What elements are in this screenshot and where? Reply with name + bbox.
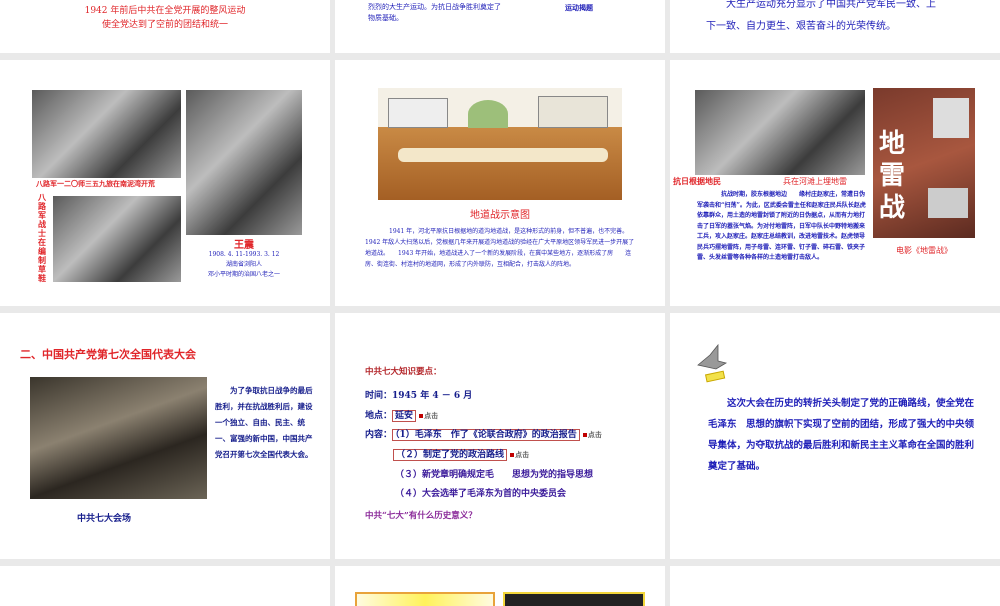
mine-laying-photo xyxy=(695,90,865,175)
time-value: 1945 年 4 － 6 月 xyxy=(392,391,473,401)
slide-text: 运动揭题 xyxy=(565,3,593,12)
content-label: 内容： xyxy=(365,430,393,440)
land-reclamation-photo xyxy=(32,90,181,178)
click-hint[interactable]: 点击 xyxy=(583,430,602,439)
time-label: 时间： xyxy=(365,391,393,401)
item-2-box[interactable]: （２）制定了党的政治路线 xyxy=(393,449,508,461)
tunnel-diagram xyxy=(378,88,622,200)
dove-icon xyxy=(696,343,728,383)
slide-text: 1941 年，河北平原抗日根据地的道沟地道战，是这种形式的前身，但不普遍，也不完… xyxy=(365,228,635,268)
congress-hall-photo xyxy=(30,377,207,499)
poster-title: 地雷战 xyxy=(879,129,906,223)
person-note: 邓小平时期的治国八老之一 xyxy=(207,271,280,278)
slide-text: 物质基础。 xyxy=(368,14,403,22)
photo-caption: 抗日根据地民 xyxy=(673,176,721,186)
person-dates: 1908. 4. 11-1993. 3. 12 xyxy=(208,251,280,258)
click-hint[interactable]: 点击 xyxy=(510,450,529,459)
slide-text: 烈烈的大生产运动。为抗日战争胜利奠定了 xyxy=(368,3,501,11)
wang-zhen-portrait xyxy=(186,90,302,235)
straw-sandals-photo xyxy=(53,196,181,282)
photo-caption-vertical: 八路军战士在编制草鞋 xyxy=(38,192,46,283)
slide-text: 为了争取抗日战争的最后胜利，并在抗战胜利后，建设一个独立、自由、民主、统一、富强… xyxy=(215,386,313,459)
question-text: 中共“七大”有什么历史意义？ xyxy=(365,511,477,521)
place-answer-box[interactable]: 延安 xyxy=(392,410,417,422)
slide-thumbnail-1[interactable]: 1942 年前后中共在全党开展的整风运动 使全党达到了空前的团结和统一 xyxy=(0,0,330,53)
slide-text: 大生产运动充分显示了中国共产党军民一致、上 xyxy=(726,0,936,10)
slide-text: 抗战时期，胶东根据地边 缘村庄赵家庄，常遭日伪军袭击和“扫荡”。为此，区武委会雷… xyxy=(697,191,866,261)
slide-thumbnail-3[interactable]: 大生产运动充分显示了中国共产党军民一致、上 下一致、自力更生、艰苦奋斗的光荣传统… xyxy=(670,0,1000,53)
item-3: （３）新党章明确规定毛 思想为党的指导思想 xyxy=(395,470,594,480)
slide-thumbnail-9[interactable]: 这次大会在历史的转折关头制定了党的正确路线，使全党在毛泽东 思想的旗帜下实现了空… xyxy=(670,313,1000,559)
person-origin: 湖南省浏阳人 xyxy=(225,261,262,268)
slide-thumbnail-10[interactable] xyxy=(0,566,330,606)
slide-thumbnail-8[interactable]: 中共七大知识要点： 时间：1945 年 4 － 6 月 地点： 延安 点击 内容：… xyxy=(335,313,665,559)
slide-thumbnail-6[interactable]: 抗日根据地民 兵在河滩上埋地雷 抗战时期，胶东根据地边 缘村庄赵家庄，常遭日伪军… xyxy=(670,60,1000,306)
slide-title: 二、中国共产党第七次全国代表大会 xyxy=(20,348,196,361)
slide-thumbnail-2[interactable]: 烈烈的大生产运动。为抗日战争胜利奠定了 物质基础。 运动揭题 xyxy=(335,0,665,53)
slide-text: 这次大会在历史的转折关头制定了党的正确路线，使全党在毛泽东 思想的旗帜下实现了空… xyxy=(708,398,975,472)
slide-image xyxy=(355,592,495,606)
place-label: 地点： xyxy=(365,411,393,421)
slide-image xyxy=(503,592,645,606)
photo-caption: 兵在河滩上埋地雷 xyxy=(783,177,847,186)
slide-text: 1942 年前后中共在全党开展的整风运动 xyxy=(84,6,246,16)
slide-thumbnail-4[interactable]: 八路军一二〇师三五九旅在南泥湾开荒 八路军战士在编制草鞋 王震 1908. 4.… xyxy=(0,60,330,306)
slide-thumbnail-5[interactable]: 地道战示意图 1941 年，河北平原抗日根据地的道沟地道战，是这种形式的前身，但… xyxy=(335,60,665,306)
photo-caption: 中共七大会场 xyxy=(77,514,132,524)
slide-heading: 中共七大知识要点： xyxy=(365,367,442,377)
poster-caption: 电影《地雷战》 xyxy=(896,246,952,255)
click-hint[interactable]: 点击 xyxy=(419,411,438,420)
slide-text: 使全党达到了空前的团结和统一 xyxy=(101,20,228,30)
slide-thumbnail-12[interactable] xyxy=(670,566,1000,606)
person-name: 王震 xyxy=(234,240,254,251)
slide-thumbnail-11[interactable] xyxy=(335,566,665,606)
film-poster: 地雷战 xyxy=(873,88,975,238)
slide-text: 下一致、自力更生、艰苦奋斗的光荣传统。 xyxy=(706,21,896,32)
item-1-box[interactable]: （1）毛泽东 作了《论联合政府》的政治报告 xyxy=(392,429,580,441)
diagram-title: 地道战示意图 xyxy=(470,210,530,221)
item-4: （４）大会选举了毛泽东为首的中央委员会 xyxy=(395,489,567,499)
photo-caption: 八路军一二〇师三五九旅在南泥湾开荒 xyxy=(36,179,155,188)
slide-thumbnail-7[interactable]: 二、中国共产党第七次全国代表大会 为了争取抗日战争的最后胜利，并在抗战胜利后，建… xyxy=(0,313,330,559)
